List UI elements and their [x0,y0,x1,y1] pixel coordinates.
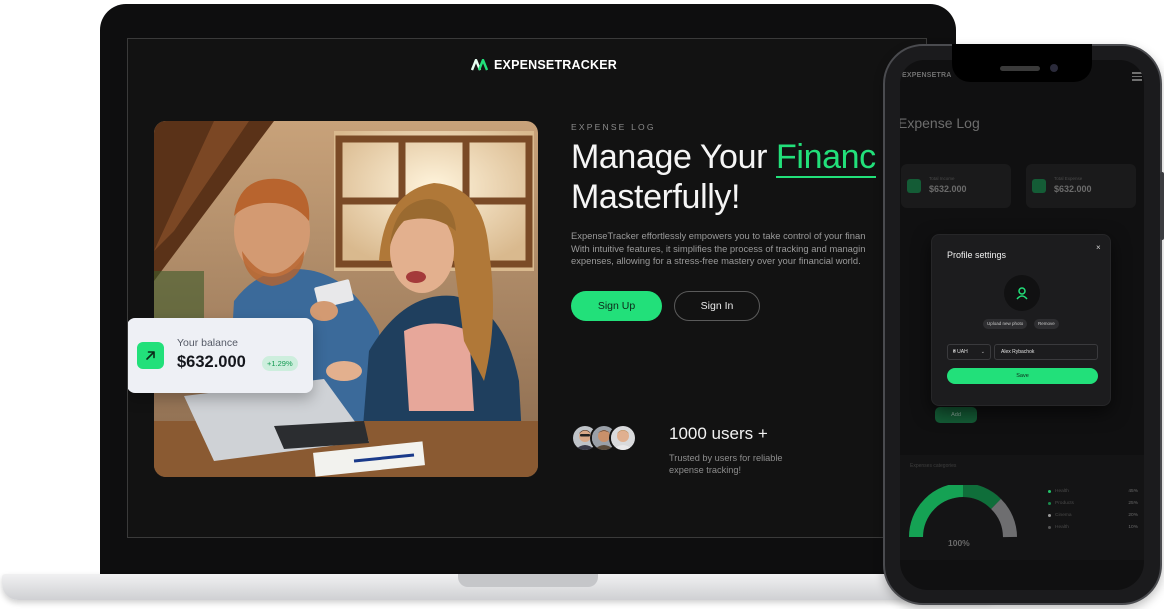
legend-percent: 20% [1128,512,1138,518]
headline-part2: Masterfully! [571,178,741,216]
arrow-down-right-icon [1032,179,1046,193]
expense-gauge [909,485,1017,538]
remove-photo-button[interactable]: Remove [1034,319,1059,329]
currency-value: ₴ UAH [953,349,968,355]
laptop-screen: EXPENSETRACKER Your balance $632.000 +1.… [127,38,927,538]
description-line: With intuitive features, it simplifies t… [571,242,866,254]
legend-item: Cinema 20% [1048,509,1138,521]
phone-screen: EXPENSETRA Expense Log Total Income $632… [900,60,1144,590]
hero-photo [154,121,538,477]
menu-icon[interactable] [1132,72,1142,83]
add-button[interactable]: Add [935,407,977,423]
legend-dot [1048,489,1051,493]
description-line: expenses, allowing for a stress-free mas… [571,255,861,266]
arrow-up-right-icon [907,179,921,193]
sign-in-button[interactable]: Sign In [674,291,760,321]
expenses-categories-card: Expenses categories 100% Health 45% Prod… [900,455,1144,560]
legend-name: Cinema [1055,512,1072,518]
arrow-up-right-icon [137,342,164,369]
stat-value: $632.000 [929,184,967,194]
legend-dot [1048,501,1051,505]
phone-page-title: Expense Log [900,115,980,131]
currency-select[interactable]: ₴ UAH ⌄ [947,344,991,360]
close-icon[interactable]: × [1096,243,1101,252]
users-count: 1000 users + [669,424,768,443]
sign-up-button[interactable]: Sign Up [571,291,662,321]
chevron-down-icon: ⌄ [980,349,985,355]
avatar [609,424,637,452]
upload-photo-button[interactable]: Upload new photo [983,319,1028,329]
legend-item: Health 10% [1048,521,1138,533]
balance-value: $632.000 [177,353,246,371]
camera-icon [1050,64,1058,72]
legend-percent: 25% [1128,500,1138,506]
hero-description: ExpenseTracker effortlessly empowers you… [571,230,926,268]
legend-percent: 10% [1128,524,1138,530]
gauge-percentage: 100% [948,538,970,548]
modal-title: Profile settings [947,250,1007,260]
name-input[interactable]: Alex Rybachok [994,344,1098,360]
legend-name: Health [1055,488,1069,494]
users-caption: Trusted by users for reliable expense tr… [669,453,783,475]
stat-label: Total Income [929,176,955,181]
headline-part1: Manage Your [571,138,777,176]
save-button[interactable]: Save [947,368,1098,384]
hero-headline: Manage Your Financ Masterfully! [571,137,876,217]
user-avatars [571,424,637,452]
speaker-grille [1000,66,1040,71]
phone-notch [952,44,1092,82]
legend-dot [1048,525,1051,529]
logo-icon [471,59,488,71]
laptop-notch [458,574,598,587]
stat-card-expense: Total Expense $632.000 [1026,164,1136,208]
section-eyebrow: EXPENSE LOG [571,122,656,132]
phone-logo: EXPENSETRA [902,72,952,79]
description-line: ExpenseTracker effortlessly empowers you… [571,230,866,241]
balance-card: Your balance $632.000 +1.29% [128,318,313,393]
stat-value: $632.000 [1054,184,1092,194]
legend-name: Health [1055,524,1069,530]
site-logo[interactable]: EXPENSETRACKER [471,58,617,72]
user-placeholder-icon[interactable] [1004,275,1040,311]
legend-dot [1048,513,1051,517]
legend-name: Products [1055,500,1074,506]
stat-card-income: Total Income $632.000 [901,164,1011,208]
balance-delta-badge: +1.29% [262,356,298,371]
legend-item: Health 45% [1048,485,1138,497]
stat-label: Total Expense [1054,176,1083,181]
chart-legend: Health 45% Products 25% Cinema 20% Healt… [1048,485,1138,533]
headline-accent: Financ [776,138,876,178]
logo-text: EXPENSETRACKER [494,58,617,72]
phone-side-button [1160,172,1164,240]
legend-item: Products 25% [1048,497,1138,509]
profile-settings-modal: Profile settings × Upload new photo Remo… [931,234,1111,406]
chart-title: Expenses categories [910,463,957,469]
legend-percent: 45% [1128,488,1138,494]
balance-label: Your balance [177,337,238,349]
